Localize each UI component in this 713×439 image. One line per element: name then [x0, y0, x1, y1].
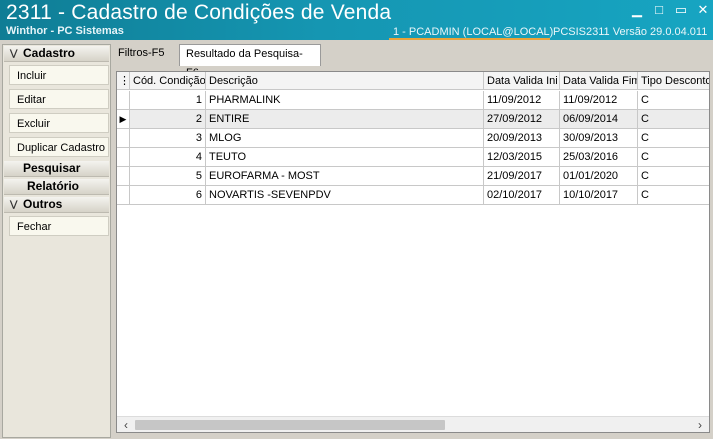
- group-pesquisar[interactable]: Pesquisar: [4, 161, 109, 177]
- column-header-data-ini[interactable]: Data Valida Ini: [484, 72, 560, 90]
- row-indicator-icon: ▶: [117, 110, 130, 129]
- chevron-left-icon[interactable]: ‹: [119, 417, 133, 432]
- user-info: 1 - PCADMIN (LOCAL@LOCAL): [393, 26, 554, 38]
- sidebar: ⋁ Cadastro Incluir Editar Excluir Duplic…: [2, 44, 111, 438]
- version-info: PCSIS2311 Versão 29.0.04.011: [553, 26, 708, 38]
- duplicar-cadastro-button[interactable]: Duplicar Cadastro: [9, 137, 109, 157]
- group-cadastro[interactable]: ⋁ Cadastro: [4, 46, 109, 62]
- chevron-right-icon[interactable]: ›: [693, 417, 707, 432]
- table-row[interactable]: 5 EUROFARMA - MOST 21/09/2017 01/01/2020…: [117, 167, 709, 186]
- column-header-data-fim[interactable]: Data Valida Fim: [560, 72, 638, 90]
- editar-button[interactable]: Editar: [9, 89, 109, 109]
- window-title: 2311 - Cadastro de Condições de Venda: [6, 1, 392, 24]
- scroll-thumb[interactable]: [135, 420, 445, 430]
- restore-icon[interactable]: ▭: [672, 2, 690, 18]
- user-info-underline: [389, 38, 550, 40]
- group-outros[interactable]: ⋁ Outros: [4, 197, 109, 213]
- group-relatorio[interactable]: Relatório: [4, 179, 109, 195]
- close-icon[interactable]: ✕: [694, 2, 712, 18]
- column-header-cod[interactable]: Cód. Condição: [130, 72, 206, 90]
- column-header-tipo[interactable]: Tipo Desconto: [638, 72, 709, 90]
- results-grid: ⋮ Cód. Condição Descrição Data Valida In…: [116, 71, 710, 433]
- column-header-descricao[interactable]: Descrição: [206, 72, 484, 90]
- incluir-button[interactable]: Incluir: [9, 65, 109, 85]
- table-row[interactable]: 6 NOVARTIS -SEVENPDV 02/10/2017 10/10/20…: [117, 186, 709, 205]
- window-subtitle: Winthor - PC Sistemas: [6, 25, 124, 37]
- fechar-button[interactable]: Fechar: [9, 216, 109, 236]
- tab-filtros[interactable]: Filtros-F5: [112, 44, 176, 65]
- column-chooser-icon[interactable]: ⋮: [117, 72, 130, 90]
- excluir-button[interactable]: Excluir: [9, 113, 109, 133]
- table-row[interactable]: 1 PHARMALINK 11/09/2012 11/09/2012 C: [117, 91, 709, 110]
- minimize-icon[interactable]: ▁: [628, 2, 646, 18]
- table-row[interactable]: 4 TEUTO 12/03/2015 25/03/2016 C: [117, 148, 709, 167]
- table-row[interactable]: 3 MLOG 20/09/2013 30/09/2013 C: [117, 129, 709, 148]
- tab-strip: Filtros-F5 Resultado da Pesquisa-F6: [112, 44, 712, 79]
- tab-resultado-pesquisa[interactable]: Resultado da Pesquisa-F6: [179, 44, 321, 79]
- chevron-up-icon: ⋁: [10, 48, 18, 58]
- title-bar: 2311 - Cadastro de Condições de Venda Wi…: [0, 0, 713, 40]
- chevron-up-icon: ⋁: [10, 199, 18, 209]
- horizontal-scrollbar[interactable]: ‹ ›: [117, 416, 709, 432]
- maximize-icon[interactable]: □: [650, 2, 668, 18]
- table-row[interactable]: ▶ 2 ENTIRE 27/09/2012 06/09/2014 C: [117, 110, 709, 129]
